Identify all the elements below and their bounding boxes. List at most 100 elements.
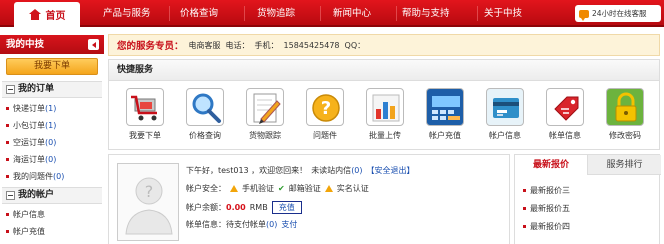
shopping-cart-icon bbox=[126, 88, 164, 126]
nav-divider bbox=[244, 6, 245, 21]
sidebar-item-count: (0) bbox=[53, 172, 65, 181]
bar-chart-icon bbox=[366, 88, 404, 126]
mobile-number: 15845425478 bbox=[283, 40, 340, 50]
sidebar-title: 我的中技 bbox=[6, 39, 45, 50]
nav-divider bbox=[169, 6, 170, 21]
arrow-left-icon bbox=[91, 41, 96, 48]
service-agent-name: 电商客服 bbox=[188, 40, 221, 50]
quick-service-label: 修改密码 bbox=[609, 131, 641, 140]
online-service-button[interactable]: 24小时在线客服 bbox=[575, 5, 661, 22]
bullet-icon bbox=[6, 107, 9, 110]
online-service-label: 24小时在线客服 bbox=[592, 9, 647, 18]
collapse-sidebar-button[interactable] bbox=[88, 39, 99, 50]
greeting-row: 下午好，test013 ，欢迎您回来！ 未读站内信 (0) 【安全退出】 bbox=[186, 165, 415, 176]
sidebar-item-count: (1) bbox=[45, 104, 57, 113]
quick-service-label: 价格查询 bbox=[189, 131, 221, 140]
quote-item[interactable]: 最新报价三 bbox=[523, 185, 570, 196]
nav-home-tab[interactable]: 首页 bbox=[14, 2, 80, 27]
quote-item[interactable]: 最新报价四 bbox=[523, 221, 570, 232]
nav-item-news[interactable]: 新闻中心 bbox=[333, 0, 371, 27]
bullet-icon bbox=[523, 207, 526, 210]
sidebar-item-count: (0) bbox=[45, 155, 57, 164]
nav-item-price-query[interactable]: 价格查询 bbox=[180, 0, 218, 27]
nav-divider bbox=[396, 6, 397, 21]
billing-label: 帐单信息：待支付帐单 bbox=[186, 220, 266, 229]
quick-service-account-info[interactable]: 帐户信息 bbox=[475, 88, 535, 141]
quote-item[interactable]: 最新报价五 bbox=[523, 203, 570, 214]
tab-latest-quotes[interactable]: 最新报价 bbox=[515, 155, 588, 175]
currency-label: RMB bbox=[249, 203, 268, 212]
mobile-label: 手机： bbox=[254, 40, 279, 50]
sidebar-item-account-info[interactable]: 帐户信息 bbox=[6, 208, 45, 222]
account-security-label: 帐户安全： bbox=[186, 184, 226, 193]
account-summary-panel: ? 下午好，test013 ，欢迎您回来！ 未读站内信 (0) 【安全退出】 帐户… bbox=[108, 154, 510, 244]
email-verification-link[interactable]: 邮箱验证 bbox=[289, 183, 321, 194]
nav-item-about[interactable]: 关于中技 bbox=[484, 0, 522, 27]
bullet-icon bbox=[523, 189, 526, 192]
sidebar-section-title: 我的订单 bbox=[18, 84, 55, 94]
sidebar-section-title: 我的帐户 bbox=[18, 190, 55, 200]
pay-link[interactable]: 支付 bbox=[281, 219, 297, 230]
unread-messages-count[interactable]: (0) bbox=[351, 166, 362, 175]
account-balance-label: 帐户余额： bbox=[186, 203, 226, 212]
quick-service-label: 我要下单 bbox=[129, 131, 161, 140]
quick-service-place-order[interactable]: 我要下单 bbox=[115, 88, 175, 141]
checkmark-icon: ✔ bbox=[278, 184, 285, 193]
sidebar-item-problem-items[interactable]: 我的问题件(0) bbox=[6, 170, 64, 184]
sidebar-item-account-recharge[interactable]: 帐户充值 bbox=[6, 225, 45, 239]
sidebar-item-air-orders[interactable]: 空运订单(0) bbox=[6, 136, 56, 150]
top-nav: 首页 产品与服务 价格查询 货物追踪 新闻中心 帮助与支持 关于中技 24小时在… bbox=[0, 0, 664, 27]
minus-icon bbox=[6, 191, 15, 200]
home-icon bbox=[28, 9, 41, 20]
quick-service-price-query[interactable]: 价格查询 bbox=[175, 88, 235, 141]
billing-row: 帐单信息：待支付帐单 (0) 支付 bbox=[186, 219, 297, 230]
card-icon bbox=[486, 88, 524, 126]
notepad-pencil-icon bbox=[246, 88, 284, 126]
avatar[interactable]: ? bbox=[117, 163, 179, 241]
phone-verification-link[interactable]: 手机验证 bbox=[242, 183, 274, 194]
bullet-icon bbox=[6, 213, 9, 216]
pending-bill-count[interactable]: (0) bbox=[266, 220, 277, 229]
tab-service-ranking[interactable]: 服务排行 bbox=[588, 155, 661, 175]
sidebar-item-label: 帐户信息 bbox=[13, 210, 45, 219]
quick-service-account-recharge[interactable]: 帐户充值 bbox=[415, 88, 475, 141]
sidebar-section-orders[interactable]: 我的订单 bbox=[2, 81, 102, 98]
nav-item-help[interactable]: 帮助与支持 bbox=[402, 0, 450, 27]
sidebar-section-account[interactable]: 我的帐户 bbox=[2, 187, 102, 204]
nav-item-tracking[interactable]: 货物追踪 bbox=[257, 0, 295, 27]
recharge-button[interactable]: 充值 bbox=[271, 201, 302, 214]
nav-divider bbox=[477, 6, 478, 21]
quote-label: 最新报价四 bbox=[530, 222, 570, 231]
real-name-verification-link[interactable]: 实名认证 bbox=[337, 183, 369, 194]
sidebar: 我的中技 我要下单 我的订单 快递订单(1) 小包订单(1) 空运订单(0) 海… bbox=[0, 29, 104, 244]
sidebar-item-count: (1) bbox=[45, 121, 57, 130]
bullet-icon bbox=[6, 124, 9, 127]
quick-service-label: 帐单信息 bbox=[549, 131, 581, 140]
sidebar-item-label: 快递订单 bbox=[13, 104, 45, 113]
quick-service-label: 问题件 bbox=[313, 131, 337, 140]
service-agent-bar: 您的服务专员： 电商客服 电话： 手机： 15845425478 QQ： bbox=[108, 34, 660, 56]
nav-item-products[interactable]: 产品与服务 bbox=[103, 0, 151, 27]
nav-divider bbox=[320, 6, 321, 21]
bullet-icon bbox=[6, 141, 9, 144]
quick-service-problem-items[interactable]: ? 问题件 bbox=[295, 88, 355, 141]
place-order-button[interactable]: 我要下单 bbox=[6, 58, 98, 75]
sidebar-item-label: 空运订单 bbox=[13, 138, 45, 147]
quick-service-batch-upload[interactable]: 批量上传 bbox=[355, 88, 415, 141]
quick-service-tracking[interactable]: 货物跟踪 bbox=[235, 88, 295, 141]
sidebar-item-sea-orders[interactable]: 海运订单(0) bbox=[6, 153, 56, 167]
sidebar-item-express-orders[interactable]: 快递订单(1) bbox=[6, 102, 56, 116]
svg-text:?: ? bbox=[145, 182, 154, 201]
warning-icon bbox=[230, 185, 238, 192]
quick-services-title: 快捷服务 bbox=[109, 60, 659, 81]
quick-service-billing-info[interactable]: 帐单信息 bbox=[535, 88, 595, 141]
quick-service-change-password[interactable]: 修改密码 bbox=[595, 88, 655, 141]
sidebar-item-count: (0) bbox=[45, 138, 57, 147]
logout-link[interactable]: 【安全退出】 bbox=[367, 165, 415, 176]
quick-service-label: 帐户充值 bbox=[429, 131, 461, 140]
magnifier-icon bbox=[186, 88, 224, 126]
sidebar-item-label: 我的问题件 bbox=[13, 172, 53, 181]
account-security-row: 帐户安全： 手机验证 ✔ 邮箱验证 实名认证 bbox=[186, 183, 369, 194]
quote-label: 最新报价五 bbox=[530, 204, 570, 213]
sidebar-item-small-parcel-orders[interactable]: 小包订单(1) bbox=[6, 119, 56, 133]
